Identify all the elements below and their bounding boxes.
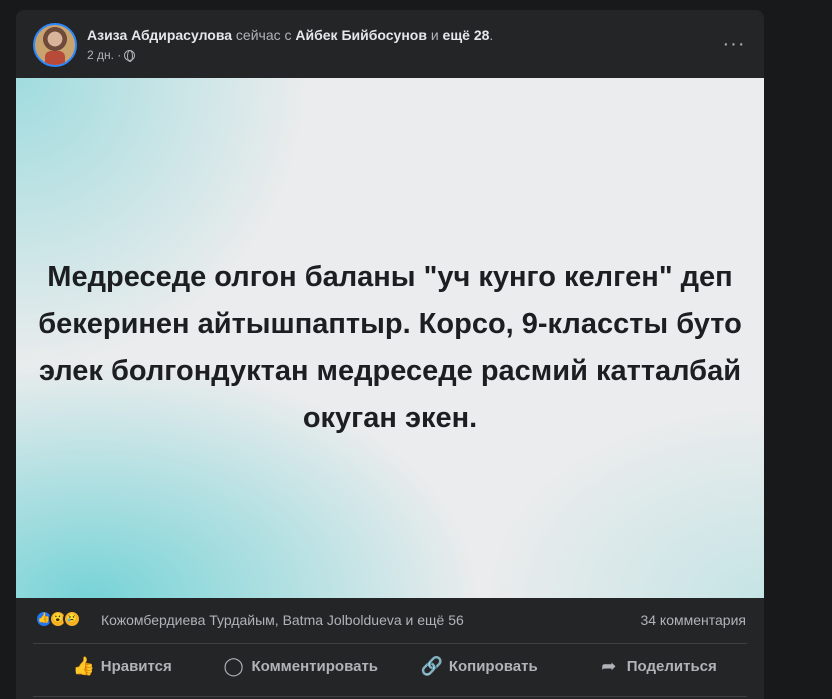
reactions-bar: 👍 😮 😢 Кожомбердиева Турдайым, Batma Jolb… bbox=[16, 608, 764, 634]
post-actions: 👍 Нравится ◯ Комментировать 🔗 Копировать… bbox=[33, 648, 747, 684]
globe-icon[interactable] bbox=[124, 49, 136, 62]
with-text: сейчас с bbox=[232, 27, 296, 43]
post-header: Азиза Абдирасулова сейчас с Айбек Бийбос… bbox=[16, 10, 764, 78]
actions-divider bbox=[33, 643, 747, 644]
comments-count-link[interactable]: 34 комментария bbox=[640, 612, 746, 628]
post-card: Азиза Абдирасулова сейчас с Айбек Бийбос… bbox=[16, 10, 764, 699]
author-avatar[interactable] bbox=[33, 23, 77, 67]
post-image[interactable]: Медреседе олгон баланы "уч кунго келген"… bbox=[16, 78, 764, 598]
period-text: . bbox=[489, 27, 494, 43]
reactors-summary-link[interactable]: Кожомбердиева Турдайым, Batma Jolbolduev… bbox=[101, 612, 464, 628]
author-name-link[interactable]: Азиза Абдирасулова bbox=[87, 27, 232, 43]
comment-button[interactable]: ◯ Комментировать bbox=[212, 648, 391, 684]
post-meta: 2 дн. · bbox=[87, 47, 136, 63]
tagged-person-link[interactable]: Айбек Бийбосунов bbox=[295, 27, 427, 43]
post-time-link[interactable]: 2 дн. · bbox=[87, 47, 121, 63]
more-dots-icon: ··· bbox=[722, 32, 746, 55]
thumbs-up-icon: 👍 bbox=[72, 655, 96, 676]
comments-divider bbox=[33, 696, 747, 697]
more-options-button[interactable]: ··· bbox=[716, 26, 752, 62]
and-text: и bbox=[426, 27, 443, 43]
author-line: Азиза Абдирасулова сейчас с Айбек Бийбос… bbox=[87, 26, 493, 44]
copy-label: Копировать bbox=[448, 657, 538, 675]
comment-bubble-icon: ◯ bbox=[223, 655, 244, 676]
share-label: Поделиться bbox=[626, 657, 717, 675]
others-link[interactable]: ещё 28 bbox=[443, 27, 490, 43]
like-button[interactable]: 👍 Нравится bbox=[33, 648, 212, 684]
copy-link-button[interactable]: 🔗 Копировать bbox=[390, 648, 569, 684]
comment-label: Комментировать bbox=[251, 657, 379, 675]
link-icon: 🔗 bbox=[420, 655, 444, 676]
like-label: Нравится bbox=[100, 657, 172, 675]
share-button[interactable]: ➦ Поделиться bbox=[569, 648, 748, 684]
post-image-text: Медреседе олгон баланы "уч кунго келген"… bbox=[38, 261, 742, 434]
share-arrow-icon: ➦ bbox=[601, 655, 617, 676]
sad-reaction-icon: 😢 bbox=[63, 610, 81, 628]
reaction-icons[interactable]: 👍 😮 😢 bbox=[35, 610, 81, 628]
page-background-right bbox=[764, 0, 832, 699]
